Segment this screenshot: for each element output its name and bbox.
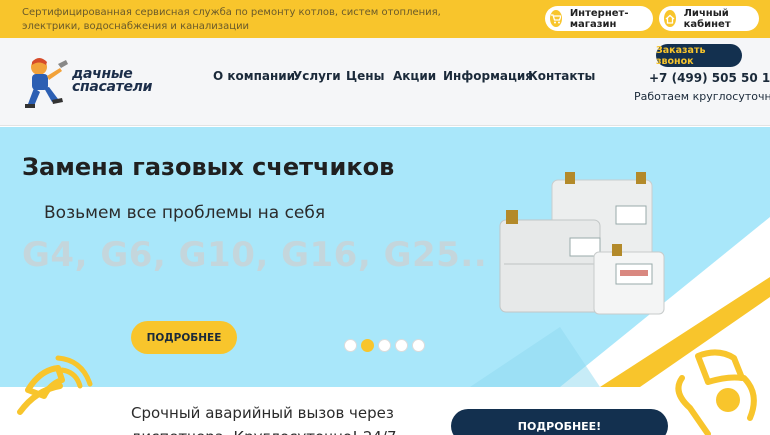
- logo-mascot-icon: [25, 58, 68, 108]
- nav-item-contacts[interactable]: Контакты: [528, 69, 595, 83]
- personal-cabinet-button[interactable]: Личный кабинет: [659, 6, 759, 31]
- gas-meters-image: [499, 172, 665, 315]
- emergency-more-button[interactable]: ПОДРОБНЕЕ!: [451, 409, 668, 435]
- phone-icon: [17, 355, 93, 415]
- hero-slider: Замена газовых счетчиков Возьмем все про…: [0, 127, 770, 387]
- logo-text: дачные спасатели: [72, 66, 153, 95]
- emergency-text: Срочный аварийный вызов через диспетчера…: [131, 404, 397, 435]
- hero-models-text: G4, G6, G10, G16, G25..: [22, 235, 488, 275]
- slider-dot-5[interactable]: [412, 339, 425, 352]
- nav-item-services[interactable]: Услуги: [293, 69, 341, 83]
- order-call-button[interactable]: Заказать звонок: [656, 44, 742, 67]
- site-header: дачные спасатели О компании Услуги Цены …: [0, 38, 770, 126]
- working-hours: Работаем круглосуточно!: [634, 90, 770, 103]
- cart-icon: [550, 10, 562, 27]
- phone-number[interactable]: +7 (499) 505 50 15: [649, 71, 770, 85]
- logo[interactable]: дачные спасатели: [22, 54, 162, 112]
- hero-more-button[interactable]: ПОДРОБНЕЕ: [131, 321, 237, 354]
- slider-dot-2[interactable]: [361, 339, 374, 352]
- emergency-section: Срочный аварийный вызов через диспетчера…: [0, 387, 770, 435]
- online-shop-label: Интернет-магазин: [569, 7, 629, 30]
- slider-dot-4[interactable]: [395, 339, 408, 352]
- top-bar: Сертифицированная сервисная служба по ре…: [0, 0, 770, 38]
- nav-item-about[interactable]: О компании: [213, 69, 295, 83]
- nav-item-prices[interactable]: Цены: [346, 69, 384, 83]
- online-shop-button[interactable]: Интернет-магазин: [545, 6, 653, 31]
- personal-cabinet-label: Личный кабинет: [683, 7, 731, 30]
- home-icon: [664, 10, 676, 27]
- nav-item-promotions[interactable]: Акции: [393, 69, 436, 83]
- hero-subtitle: Возьмем все проблемы на себя: [44, 203, 326, 223]
- slider-dots: [344, 339, 425, 352]
- nav-item-information[interactable]: Информация: [443, 69, 533, 83]
- slider-dot-3[interactable]: [378, 339, 391, 352]
- hero-title: Замена газовых счетчиков: [22, 153, 395, 181]
- slider-dot-1[interactable]: [344, 339, 357, 352]
- company-tagline: Сертифицированная сервисная служба по ре…: [22, 7, 441, 32]
- kettle-icon: [675, 349, 757, 435]
